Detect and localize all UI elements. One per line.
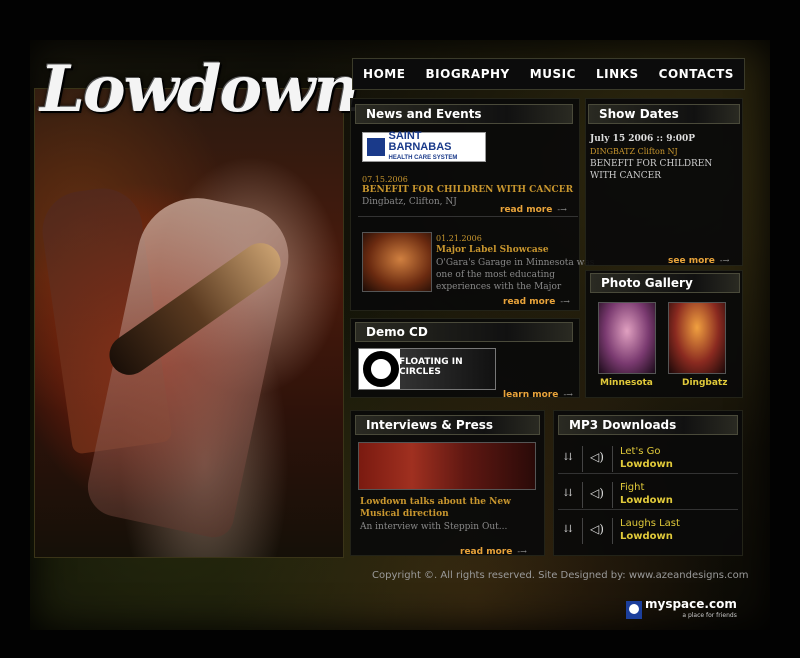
show-venue[interactable]: DINGBATZ Clifton NJ xyxy=(590,147,678,156)
myspace-link[interactable]: myspace.com a place for friends xyxy=(626,598,740,622)
demo-more-link[interactable]: learn more -→ xyxy=(503,382,573,401)
shows-more: see more xyxy=(668,256,715,266)
news-desc-2b: one of the most educating xyxy=(436,270,556,280)
show-date: July 15 2006 :: 9:00P xyxy=(590,134,696,144)
shows-heading: Show Dates xyxy=(588,104,740,124)
gallery-thumb-dingbatz[interactable] xyxy=(668,302,726,374)
download-icon[interactable]: ⇊ xyxy=(564,524,572,535)
sponsor-logo[interactable]: SAINT BARNABAS HEALTH CARE SYSTEM xyxy=(362,129,486,162)
sponsor-logo-icon xyxy=(367,138,385,156)
page: Lowdown HOME BIOGRAPHY MUSIC LINKS CONTA… xyxy=(0,0,800,658)
news-more-2: read more xyxy=(503,297,556,307)
track-row[interactable]: ⇊ ◁) Laughs Last Lowdown xyxy=(558,516,738,546)
demo-cd-title: FLOATING IN CIRCLES xyxy=(399,357,463,377)
sponsor-line2: HEALTH CARE SYSTEM xyxy=(388,154,458,161)
nav-home[interactable]: HOME xyxy=(363,67,405,81)
mp3-heading: MP3 Downloads xyxy=(558,415,738,435)
nav-music[interactable]: MUSIC xyxy=(530,67,576,81)
cd-disc-icon xyxy=(363,351,399,387)
news-title-1[interactable]: BENEFIT FOR CHILDREN WITH CANCER xyxy=(362,185,573,195)
interview-title-1[interactable]: Lowdown talks about the New xyxy=(360,497,511,507)
show-desc-1: BENEFIT FOR CHILDREN xyxy=(590,159,713,169)
demo-more: learn more xyxy=(503,390,559,400)
interviews-more-link[interactable]: read more -→ xyxy=(460,539,527,558)
news-thumb-showcase[interactable] xyxy=(362,232,432,292)
speaker-icon[interactable]: ◁) xyxy=(590,522,604,536)
news-more-1-link[interactable]: read more -→ xyxy=(500,197,567,216)
interviews-more: read more xyxy=(460,547,513,557)
track-title[interactable]: Fight xyxy=(620,482,644,493)
download-icon[interactable]: ⇊ xyxy=(564,452,572,463)
arrow-right-icon: -→ xyxy=(563,390,573,399)
nav-contacts[interactable]: CONTACTS xyxy=(659,67,734,81)
news-heading: News and Events xyxy=(355,104,573,124)
gallery-label-dingbatz[interactable]: Dingbatz xyxy=(682,378,727,388)
gallery-label-minnesota[interactable]: Minnesota xyxy=(600,378,653,388)
news-location-1: Dingbatz, Clifton, NJ xyxy=(362,197,457,207)
news-more-1: read more xyxy=(500,205,553,215)
demo-heading: Demo CD xyxy=(355,322,573,342)
track-artist: Lowdown xyxy=(620,495,673,506)
track-artist: Lowdown xyxy=(620,459,673,470)
interview-desc: An interview with Steppin Out... xyxy=(360,522,508,532)
news-divider xyxy=(358,216,578,217)
sponsor-line1: SAINT BARNABAS xyxy=(388,129,452,153)
track-row[interactable]: ⇊ ◁) Let's Go Lowdown xyxy=(558,444,738,474)
news-more-2-link[interactable]: read more -→ xyxy=(503,289,570,308)
news-date-2: 01.21.2006 xyxy=(436,234,482,243)
nav-links[interactable]: LINKS xyxy=(596,67,639,81)
myspace-logo-icon xyxy=(626,601,642,619)
myspace-name: myspace.com xyxy=(645,597,737,611)
arrow-right-icon: -→ xyxy=(517,547,527,556)
copyright-footer: Copyright ©. All rights reserved. Site D… xyxy=(372,570,749,581)
news-title-2[interactable]: Major Label Showcase xyxy=(436,245,549,255)
interviews-heading: Interviews & Press xyxy=(355,415,540,435)
track-title[interactable]: Laughs Last xyxy=(620,518,680,529)
gallery-thumb-minnesota[interactable] xyxy=(598,302,656,374)
track-artist: Lowdown xyxy=(620,531,673,542)
demo-cd-banner[interactable]: FLOATING IN CIRCLES xyxy=(358,348,496,390)
main-nav: HOME BIOGRAPHY MUSIC LINKS CONTACTS xyxy=(352,58,745,90)
arrow-right-icon: -→ xyxy=(557,205,567,214)
speaker-icon[interactable]: ◁) xyxy=(590,450,604,464)
shows-more-link[interactable]: see more -→ xyxy=(668,248,729,267)
interview-title-2[interactable]: Musical direction xyxy=(360,509,449,519)
band-logo[interactable]: Lowdown xyxy=(40,52,360,127)
show-desc-2: WITH CANCER xyxy=(590,171,662,181)
arrow-right-icon: -→ xyxy=(560,297,570,306)
nav-biography[interactable]: BIOGRAPHY xyxy=(426,67,510,81)
news-date-1: 07.15.2006 xyxy=(362,175,408,184)
myspace-tagline: a place for friends xyxy=(682,612,737,619)
news-desc-2a: O'Gara's Garage in Minnesota was xyxy=(436,258,595,268)
track-row[interactable]: ⇊ ◁) Fight Lowdown xyxy=(558,480,738,510)
band-hero-photo xyxy=(34,88,344,558)
gallery-heading: Photo Gallery xyxy=(590,273,740,293)
arrow-right-icon: -→ xyxy=(719,256,730,265)
interviews-band-photo[interactable] xyxy=(358,442,536,490)
track-title[interactable]: Let's Go xyxy=(620,446,660,457)
speaker-icon[interactable]: ◁) xyxy=(590,486,604,500)
download-icon[interactable]: ⇊ xyxy=(564,488,572,499)
